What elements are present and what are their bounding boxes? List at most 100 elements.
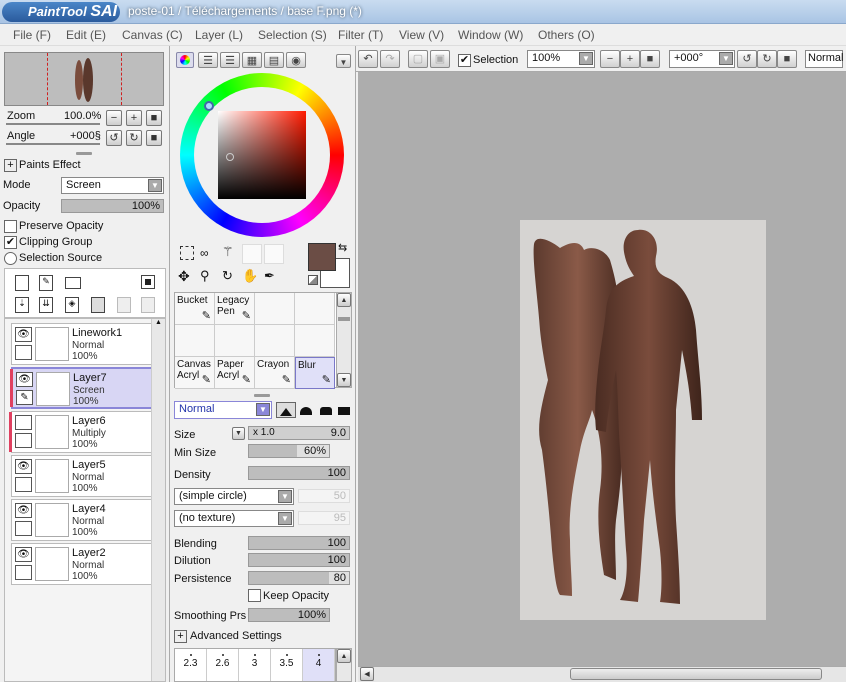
smoothing-slider[interactable]: 100% <box>248 608 330 622</box>
menu-layer[interactable]: Layer (L) <box>195 28 243 42</box>
brush-shape-round[interactable] <box>296 402 316 418</box>
panel-menu-button[interactable]: ▼ <box>336 54 351 68</box>
brush-size-preset[interactable]: 3.5 <box>271 649 303 681</box>
undo-button[interactable]: ↶ <box>358 50 378 68</box>
hue-cursor[interactable] <box>204 101 214 111</box>
layer-list-scrollbar[interactable]: ▲ <box>151 319 165 681</box>
min-size-slider[interactable]: 60% <box>248 444 330 458</box>
layer-row[interactable]: 👁 Layer5 Normal 100% <box>11 455 153 497</box>
brush-mode-select[interactable]: Normal ▼ <box>174 401 272 419</box>
tool-canvas-acryl[interactable]: Canvas Acryl ✎ <box>175 357 215 389</box>
tool-paper-acryl[interactable]: Paper Acryl ✎ <box>215 357 255 389</box>
invert-selection-button[interactable]: ▣ <box>430 50 450 68</box>
selection-source-radio[interactable] <box>4 252 17 265</box>
rotate-left-button[interactable]: ↺ <box>106 130 122 146</box>
zoom-tool-icon[interactable]: ⚲ <box>200 268 216 284</box>
zoom-slider[interactable] <box>6 123 100 125</box>
canvas-area[interactable] <box>358 72 846 666</box>
tool-legacy-pen[interactable]: Legacy Pen ✎ <box>215 293 255 325</box>
new-layer-icon[interactable] <box>15 275 29 291</box>
brush-shape-select[interactable]: (simple circle) ▼ <box>174 488 294 505</box>
scroll-left-icon[interactable]: ◀ <box>360 667 374 681</box>
swap-colors-icon[interactable]: ⇆ <box>338 241 347 254</box>
tool-blur[interactable]: Blur ✎ <box>295 357 335 389</box>
visibility-eye-icon[interactable]: 👁 <box>15 547 32 562</box>
scroll-up-icon[interactable]: ▲ <box>337 649 351 663</box>
scroll-up-icon[interactable]: ▲ <box>337 293 351 307</box>
eyedropper-icon[interactable]: ✒ <box>264 268 280 284</box>
brush-size-preset[interactable]: 2.6 <box>207 649 239 681</box>
scroll-up-icon[interactable]: ▲ <box>152 319 165 331</box>
brush-size-preset[interactable]: 2.3 <box>175 649 207 681</box>
visibility-eye-icon[interactable]: 👁 <box>15 327 32 342</box>
layer-row[interactable]: Layer6 Multiply 100% <box>9 411 153 453</box>
advanced-settings-label[interactable]: Advanced Settings <box>190 630 282 642</box>
move-icon[interactable]: ✥ <box>178 268 194 284</box>
hsv-slider-tab[interactable]: ☰ <box>220 52 240 68</box>
layer-row[interactable]: 👁 ✎ Layer7 Screen 100% <box>10 367 153 409</box>
view-mode-select[interactable]: Normal <box>805 50 843 68</box>
scroll-down-icon[interactable]: ▼ <box>337 373 351 387</box>
navigator-preview[interactable] <box>4 52 164 106</box>
density-slider[interactable]: 100 <box>248 466 350 480</box>
color-wheel[interactable] <box>180 73 344 237</box>
rotate-tool-icon[interactable]: ↻ <box>222 268 238 284</box>
angle-select[interactable]: +000° ▼ <box>669 50 735 68</box>
new-linework-layer-icon[interactable]: ✎ <box>39 275 53 291</box>
size-multiplier-dropdown[interactable]: ▼ <box>232 427 245 440</box>
size-slider[interactable]: x 1.0 9.0 <box>248 426 350 440</box>
canvas-rotate-reset-button[interactable]: ■ <box>777 50 797 68</box>
paints-effect-expand-icon[interactable]: + <box>4 159 17 172</box>
new-folder-icon[interactable] <box>65 277 81 289</box>
hand-icon[interactable]: ✋ <box>242 268 258 284</box>
canvas-rotate-left-button[interactable]: ↺ <box>737 50 757 68</box>
scroll-thumb[interactable] <box>570 668 822 680</box>
menu-edit[interactable]: Edit (E) <box>66 28 106 42</box>
canvas-rotate-right-button[interactable]: ↻ <box>757 50 777 68</box>
brush-shape-flat[interactable] <box>336 402 352 418</box>
blending-slider[interactable]: 100 <box>248 536 350 550</box>
layer-lock-icon[interactable] <box>15 345 32 360</box>
delete-layer-icon[interactable] <box>91 297 105 313</box>
advanced-expand-icon[interactable]: + <box>174 630 187 643</box>
layer-row[interactable]: 👁 Layer4 Normal 100% <box>11 499 153 541</box>
panel-splitter[interactable] <box>76 152 92 155</box>
visibility-eye-icon[interactable]: 👁 <box>15 503 32 518</box>
canvas-document[interactable] <box>520 220 766 620</box>
layer-row[interactable]: 👁 Linework1 Normal 100% <box>11 323 153 365</box>
saturation-cursor[interactable] <box>226 153 234 161</box>
color-mixer-tab[interactable]: ◉ <box>286 52 306 68</box>
transfer-down-icon[interactable]: ⇣ <box>15 297 29 313</box>
visibility-eye-icon[interactable]: 👁 <box>15 459 32 474</box>
zoom-out-button[interactable]: − <box>106 110 122 126</box>
layer-lock-icon[interactable] <box>15 433 32 448</box>
tool-bucket[interactable]: Bucket ✎ <box>175 293 215 325</box>
visibility-eye-icon[interactable]: 👁 <box>16 372 33 387</box>
presets-scrollbar[interactable]: ▲ <box>336 648 352 682</box>
menu-others[interactable]: Others (O) <box>538 28 595 42</box>
primary-color-swatch[interactable] <box>308 243 336 271</box>
menu-canvas[interactable]: Canvas (C) <box>122 28 183 42</box>
swatches-tab[interactable]: ▦ <box>242 52 262 68</box>
persistence-slider[interactable]: 80 <box>248 571 350 585</box>
layer-lock-icon[interactable]: ✎ <box>16 390 33 405</box>
canvas-zoom-reset-button[interactable]: ■ <box>640 50 660 68</box>
keep-opacity-checkbox[interactable] <box>248 589 261 602</box>
panel-splitter[interactable] <box>254 394 270 397</box>
layer-lock-icon[interactable] <box>15 565 32 580</box>
merge-down-icon[interactable]: ⇊ <box>39 297 53 313</box>
menu-file[interactable]: File (F) <box>13 28 51 42</box>
scratchpad-tab[interactable]: ▤ <box>264 52 284 68</box>
menu-view[interactable]: View (V) <box>399 28 444 42</box>
tool-crayon[interactable]: Crayon ✎ <box>255 357 295 389</box>
rect-select-icon[interactable] <box>180 246 194 260</box>
zoom-reset-button[interactable]: ■ <box>146 110 162 126</box>
texture-select[interactable]: (no texture) ▼ <box>174 510 294 527</box>
color-wheel-tab[interactable] <box>176 52 194 68</box>
layer-opacity-slider[interactable]: 100% <box>61 199 164 213</box>
transparent-color-icon[interactable] <box>308 275 318 285</box>
layer-mask-icon[interactable] <box>141 275 155 289</box>
magic-wand-icon[interactable]: ⚚ <box>222 244 238 260</box>
clipping-group-checkbox[interactable]: ✔ <box>4 236 17 249</box>
deselect-button[interactable]: ▢ <box>408 50 428 68</box>
